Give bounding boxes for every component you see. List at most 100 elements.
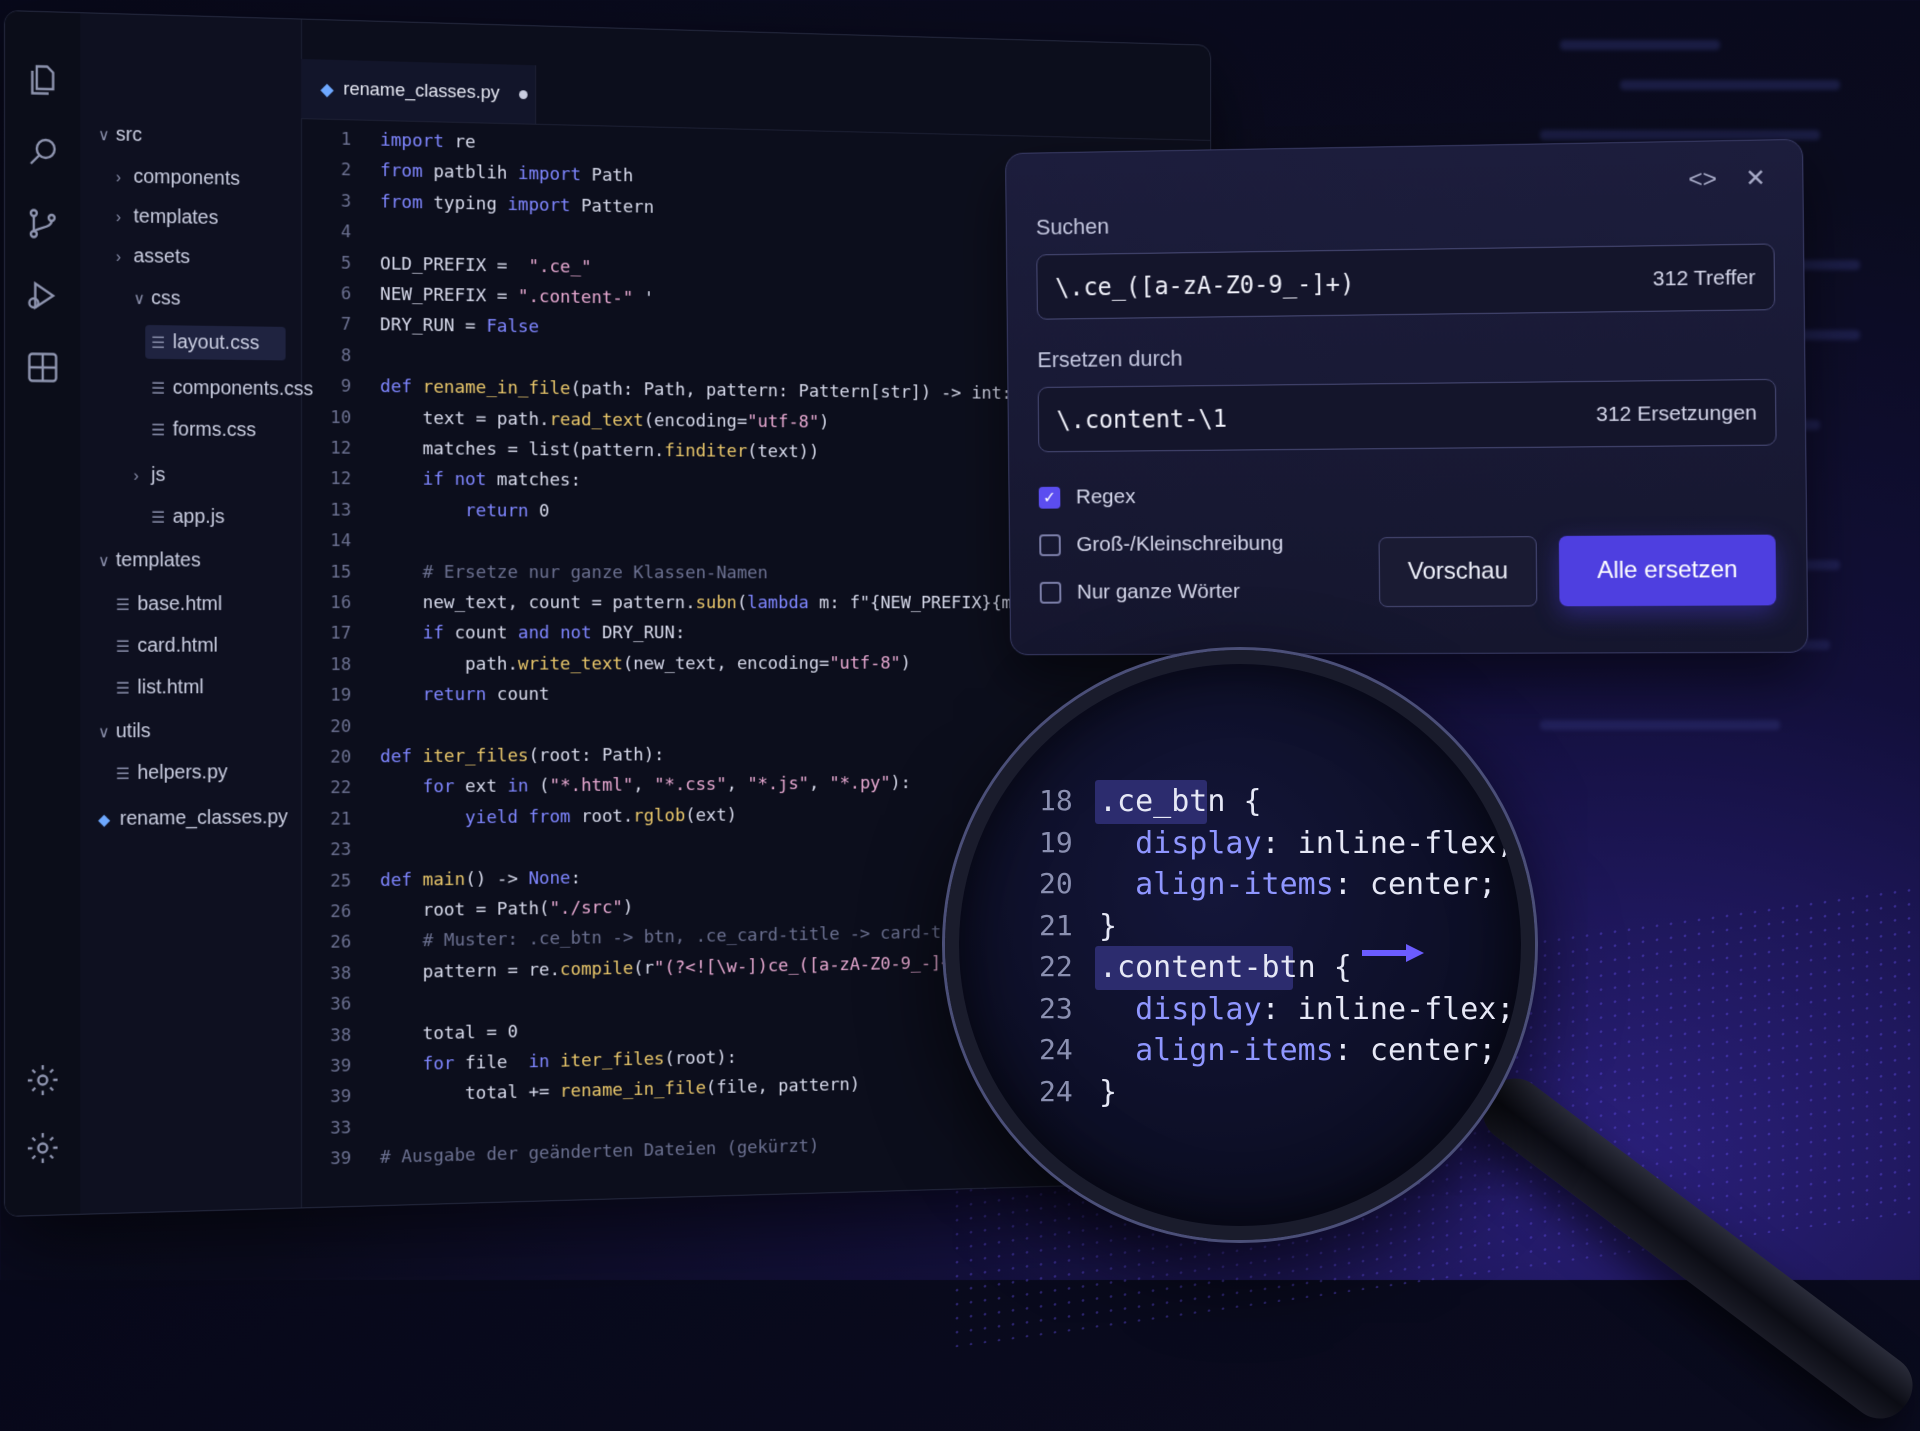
explorer-item-label: layout.css (172, 331, 260, 355)
explorer-item[interactable]: ☰ layout.css (145, 324, 286, 361)
extensions-icon[interactable] (25, 349, 61, 385)
code-line: import re (380, 129, 476, 153)
explorer-item[interactable]: › js (133, 458, 165, 492)
explorer-item[interactable]: ☰ app.js (151, 500, 225, 534)
chevron-right-icon: › (115, 169, 122, 187)
tab-bar: ◆ rename_classes.py (301, 58, 1211, 141)
run-debug-icon[interactable] (25, 277, 61, 313)
magnified-line-number: 20 (1039, 867, 1073, 900)
explorer-item[interactable]: ☰ helpers.py (116, 755, 228, 790)
toggle-expand-icon[interactable]: <> (1684, 161, 1721, 198)
settings-gear-icon[interactable] (25, 1130, 61, 1167)
explorer-item-label: components (133, 165, 240, 190)
search-label: Suchen (1035, 213, 1110, 240)
preview-button[interactable]: Vorschau (1378, 536, 1538, 608)
whole-word-label: Nur ganze Wörter (1076, 579, 1241, 604)
magnified-line-number: 19 (1039, 825, 1073, 859)
explorer-item[interactable]: ☰ components.css (151, 371, 313, 406)
chevron-down-icon: ∨ (98, 127, 110, 145)
whole-word-option[interactable]: Nur ganze Wörter (1039, 579, 1241, 605)
file-icon: ☰ (151, 334, 166, 353)
line-number: 38 (330, 962, 352, 984)
regex-checkbox[interactable]: ✓ (1038, 486, 1061, 509)
magnified-code-line: display: inline-flex; (1135, 991, 1515, 1027)
code-line: yield from root.rglob(ext) (465, 804, 737, 828)
file-explorer: ∨ src › components › templates › assets ∨ css ☰ lay… (80, 13, 313, 1214)
explorer-item[interactable]: ☰ base.html (116, 587, 222, 621)
code-line: # Muster: .ce_btn -> btn, .ce_card-title… (380, 922, 982, 953)
line-number: 6 (340, 283, 352, 305)
explorer-item-label: css (151, 287, 181, 310)
python-file-icon: ◆ (320, 78, 334, 99)
line-number: 18 (330, 654, 352, 675)
explorer-item[interactable]: ∨ src (98, 117, 142, 152)
source-control-icon[interactable] (25, 205, 61, 242)
explorer-item[interactable]: ∨ templates (98, 543, 201, 577)
explorer-item[interactable]: › templates (116, 199, 219, 235)
line-number: 19 (330, 684, 352, 706)
line-number: 20 (330, 715, 352, 737)
explorer-item[interactable]: ☰ card.html (116, 629, 218, 663)
line-number: 7 (340, 314, 352, 336)
magnified-code-line: .ce_btn { (1099, 784, 1262, 819)
explorer-item-label: templates (133, 205, 219, 229)
tab-label: rename_classes.py (343, 78, 500, 104)
explorer-item[interactable]: ☰ list.html (116, 670, 204, 704)
accounts-gear-icon[interactable] (25, 1062, 61, 1099)
case-option[interactable]: Groß-/Kleinschreibung (1039, 532, 1283, 557)
code-line: for file in iter_files(root): (422, 1047, 737, 1075)
chevron-right-icon: › (115, 209, 122, 227)
explorer-item[interactable]: › assets (116, 239, 190, 274)
explorer-item[interactable]: ∨ css (133, 281, 180, 315)
magnified-line-number: 18 (1039, 784, 1073, 817)
replace-label: Ersetzen durch (1037, 345, 1183, 373)
line-number: 20 (330, 746, 352, 768)
code-line: for ext in ("*.html", "*.css", "*.js", "… (422, 773, 911, 798)
code-line: if count and not DRY_RUN: (422, 623, 686, 644)
explorer-item[interactable]: › components (116, 159, 240, 195)
replace-value: \.content-\1 (1056, 404, 1228, 435)
whole-word-checkbox[interactable] (1039, 581, 1062, 604)
explorer-item[interactable]: ☰ forms.css (151, 412, 256, 447)
line-number: 14 (330, 530, 352, 552)
search-icon[interactable] (25, 133, 61, 170)
code-line: # Ersetze nur ganze Klassen-Namen (380, 561, 768, 583)
case-checkbox[interactable] (1039, 534, 1061, 557)
code-line: new_text, count = pattern.subn(lambda m:… (380, 592, 1042, 614)
explorer-item-label: helpers.py (137, 761, 228, 784)
code-line: return 0 (465, 500, 550, 522)
code-line: from typing import Pattern (380, 191, 655, 218)
line-number: 38 (330, 1024, 352, 1046)
line-number: 2 (340, 159, 352, 181)
explorer-item-label: components.css (172, 376, 314, 401)
explorer-item[interactable]: ∨ utils (98, 714, 151, 748)
magnified-line-number: 24 (1039, 1074, 1073, 1108)
file-icon: ☰ (115, 680, 130, 698)
line-number: 3 (340, 190, 352, 212)
line-number: 15 (330, 561, 352, 583)
tab-rename-classes[interactable]: ◆ rename_classes.py (301, 58, 537, 124)
explorer-item[interactable]: ◆ rename_classes.py (98, 800, 288, 836)
close-icon[interactable]: ✕ (1737, 161, 1774, 198)
code-line: root = Path("./src") (380, 897, 634, 922)
line-number: 4 (340, 221, 352, 243)
explorer-item-label: app.js (172, 505, 225, 528)
line-number: 39 (330, 1086, 352, 1108)
code-line: total = 0 (380, 1021, 518, 1045)
replace-all-button[interactable]: Alle ersetzen (1558, 534, 1777, 607)
magnified-line-number: 23 (1039, 991, 1073, 1025)
files-icon[interactable] (25, 62, 61, 99)
regex-option[interactable]: ✓ Regex (1038, 485, 1136, 510)
explorer-item-label: card.html (137, 634, 218, 657)
explorer-item-label: utils (115, 720, 151, 743)
line-number: 39 (330, 1055, 352, 1077)
explorer-item-label: rename_classes.py (119, 806, 288, 830)
replace-input[interactable]: \.content-\1 312 Ersetzungen (1037, 378, 1777, 453)
file-icon: ☰ (115, 597, 130, 614)
line-number: 25 (330, 870, 352, 892)
explorer-item-label: assets (133, 245, 191, 269)
search-input[interactable]: \.ce_([a-zA-Z0-9_-]+) 312 Treffer (1036, 243, 1776, 320)
line-number: 9 (340, 376, 352, 397)
magnifier-lens: 18 .ce_btn {19 display: inline-flex; 20 al… (945, 650, 1535, 1240)
chevron-down-icon: ∨ (98, 553, 110, 571)
